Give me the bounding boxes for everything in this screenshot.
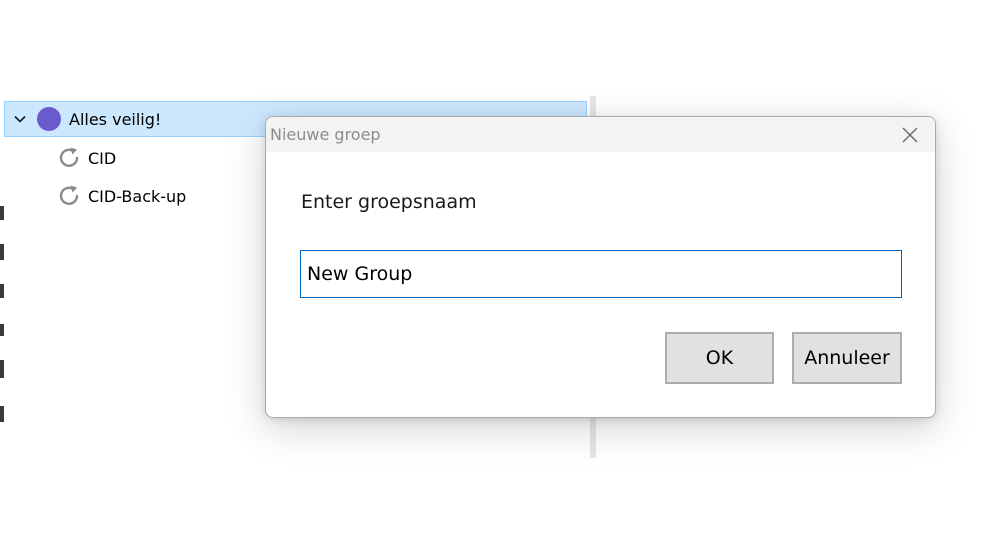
tree-item-label: Alles veilig! [69,109,162,129]
tree-item-cid-backup[interactable]: CID-Back-up [56,182,186,210]
dialog-titlebar[interactable]: Nieuwe groep [266,117,935,152]
cancel-button[interactable]: Annuleer [792,332,902,384]
close-icon [902,127,918,143]
tree-item-label: CID-Back-up [88,186,187,206]
group-name-prompt: Enter groepsnaam [301,191,477,213]
refresh-icon [56,183,82,209]
refresh-icon [56,145,82,171]
status-dot-icon [37,107,61,131]
close-button[interactable] [895,121,925,149]
screen: Alles veilig! CID CID-Back-up Nieuwe gro… [0,0,985,554]
new-group-dialog: Nieuwe groep Enter groepsnaam OK Annulee… [265,116,936,418]
ok-button[interactable]: OK [665,332,774,384]
tree-item-label: CID [88,148,117,168]
tree-item-cid[interactable]: CID [56,144,116,172]
chevron-down-icon[interactable] [9,108,31,130]
group-name-input[interactable] [300,250,902,298]
dialog-title: Nieuwe groep [270,125,381,144]
